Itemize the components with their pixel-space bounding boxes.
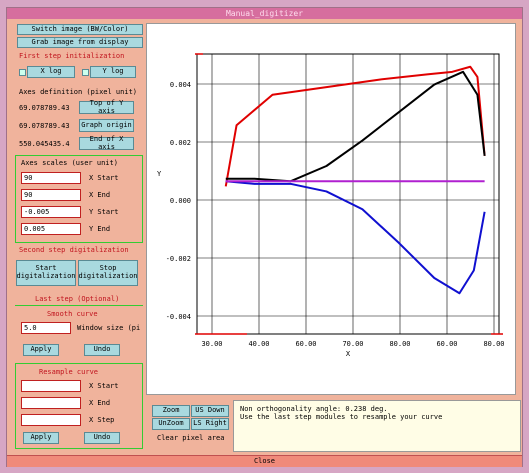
top-of-y-axis-button[interactable]: Top of Y axis [79,99,134,114]
info-panel: Non orthogonality angle: 0.238 deg. Use … [233,400,521,452]
us-down-button[interactable]: US Down [191,405,229,417]
resample-x-end-label: X End [89,399,111,407]
resample-x-step-input[interactable] [21,414,81,426]
resample-x-start-label: X Start [89,382,119,390]
start-digitalization-button[interactable]: Start digitalization [16,260,76,286]
y-end-input[interactable]: 0.005 [21,223,81,235]
axes-definition-heading: Axes definition (pixel unit) [19,88,138,96]
series-line-0 [224,65,486,187]
clear-pixel-area-button[interactable]: Clear pixel area [157,434,224,442]
x-tick-label: 60.00 [436,340,457,348]
y-tick-label: -0.002 [166,255,191,263]
x-tick-label: 60.00 [295,340,316,348]
resample-x-end-input[interactable] [21,397,81,409]
plot-frame [196,53,500,335]
xlog-button[interactable]: X log [27,66,75,78]
series-line-2 [225,180,486,295]
info-line-2: Use the last step modules to resample yo… [240,413,443,421]
first-step-heading: First step initialization [19,52,125,60]
top-axis-value: 69.078789.43 [19,104,70,112]
end-axis-value: 550.045435.4 [19,140,70,148]
x-end-input[interactable]: 90 [21,189,81,201]
x-end-label: X End [89,191,111,199]
x-start-label: X Start [89,174,119,182]
x-axis-label: X [346,350,351,358]
x-tick-label: 30.00 [201,340,222,348]
series-line-1 [225,70,486,183]
window-title: Manual_digitizer [7,8,522,19]
apply-smooth-button[interactable]: Apply [23,344,59,356]
window-size-input[interactable]: 5.0 [21,322,71,334]
ylog-button[interactable]: Y log [90,66,136,78]
graph-origin-button[interactable]: Graph origin [79,119,134,132]
y-tick-label: -0.004 [166,313,191,321]
smooth-curve-heading: Smooth curve [47,310,98,318]
x-tick-label: 70.00 [342,340,363,348]
xlog-checkbox[interactable] [19,69,26,76]
x-start-input[interactable]: 90 [21,172,81,184]
end-of-x-axis-button[interactable]: End of X axis [79,135,134,150]
y-tick-label: 0.004 [170,81,191,89]
y-tick-label: 0.002 [170,139,191,147]
y-end-label: Y End [89,225,111,233]
last-step-heading: Last step (Optional) [35,295,120,303]
resample-x-step-label: X Step [89,416,115,424]
grab-image-button[interactable]: Grab image from display [17,37,143,48]
info-line-1: Non orthogonality angle: 0.238 deg. [240,405,388,413]
y-start-label: Y Start [89,208,119,216]
digitizer-window: Manual_digitizer Switch image (BW/Color)… [6,7,523,467]
resample-x-start-input[interactable] [21,380,81,392]
y-axis-label: Y [157,170,162,178]
second-step-heading: Second step digitalization [19,246,129,254]
switch-image-button[interactable]: Switch image (BW/Color) [17,24,143,35]
undo-smooth-button[interactable]: Undo [84,344,120,356]
undo-resample-button[interactable]: Undo [84,432,120,444]
axes-scales-heading: Axes scales (user unit) [21,159,118,167]
unzoom-button[interactable]: UnZoom [152,418,190,430]
x-tick-label: 80.00 [483,340,504,348]
origin-value: 69.078789.43 [19,122,70,130]
image-canvas[interactable]: 30.00 40.00 60.00 70.00 80.00 60.00 80.00 0.004… [146,23,516,395]
chart: 30.00 40.00 60.00 70.00 80.00 60.00 80.00 0.004… [157,53,505,358]
separator [15,305,143,306]
x-tick-label: 40.00 [248,340,269,348]
y-tick-label: 0.000 [170,197,191,205]
ls-right-button[interactable]: LS Right [191,418,229,430]
stop-digitalization-button[interactable]: Stop digitalization [78,260,138,286]
close-button[interactable]: Close [7,455,522,467]
zoom-button[interactable]: Zoom [152,405,190,417]
resample-heading: Resample curve [39,368,99,376]
apply-resample-button[interactable]: Apply [23,432,59,444]
ylog-checkbox[interactable] [82,69,89,76]
x-tick-label: 80.00 [389,340,410,348]
y-start-input[interactable]: -0.005 [21,206,81,218]
window-size-label: Window size (pi [77,324,141,332]
